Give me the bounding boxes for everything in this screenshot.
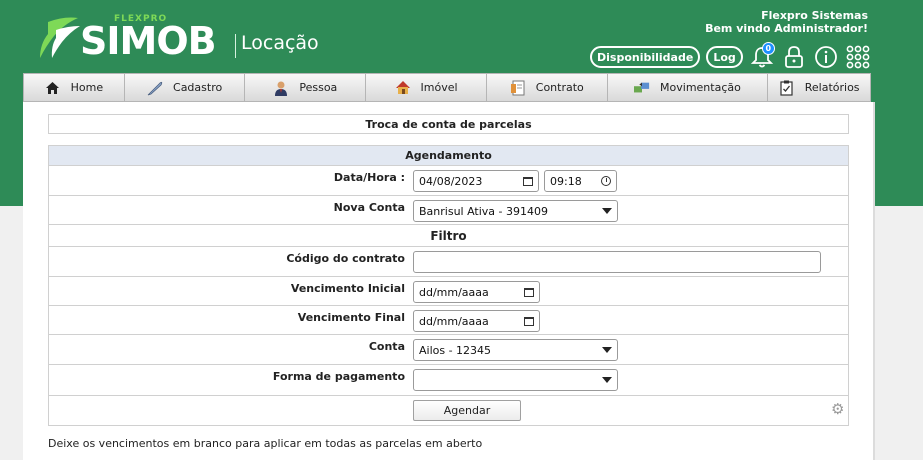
due-start-label: Vencimento Inicial (290, 282, 405, 295)
contract-code-input[interactable] (413, 251, 821, 273)
home-icon (45, 80, 61, 96)
nav-item-home[interactable]: Home (24, 74, 125, 101)
account-value: Ailos - 12345 (419, 343, 492, 357)
date-value: 04/08/2023 (419, 174, 483, 188)
nav-label: Imóvel (420, 81, 458, 94)
time-value: 09:18 (550, 174, 582, 188)
calendar-icon[interactable] (524, 316, 534, 326)
notification-button[interactable]: 0 (749, 42, 775, 70)
notification-badge: 0 (761, 42, 775, 55)
brand-module: Locação (241, 32, 319, 54)
info-button[interactable] (813, 44, 839, 70)
new-account-select[interactable]: Banrisul Ativa - 391409 (413, 200, 618, 222)
section-header-schedule: Agendamento (49, 146, 848, 166)
row-due-end: Vencimento Final dd/mm/aaaa (49, 306, 848, 335)
row-datetime: Data/Hora : 04/08/2023 09:18 (49, 166, 848, 196)
due-end-label: Vencimento Final (297, 311, 405, 324)
nav-label: Cadastro (173, 81, 223, 94)
account-label: Conta (368, 340, 405, 353)
logo-mark-icon (40, 17, 80, 58)
lock-icon (784, 46, 803, 68)
nav-item-imovel[interactable]: Imóvel (366, 74, 487, 101)
new-account-label: Nova Conta (333, 201, 405, 214)
nav-label: Pessoa (299, 81, 338, 94)
content-panel: Troca de conta de parcelas Agendamento D… (23, 102, 875, 460)
transfer-icon (634, 80, 650, 96)
account-select[interactable]: Ailos - 12345 (413, 339, 618, 361)
house-icon (395, 80, 411, 96)
due-start-input[interactable]: dd/mm/aaaa (413, 281, 540, 303)
top-actions: Disponibilidade Log 0 (590, 42, 871, 70)
new-account-value: Banrisul Ativa - 391409 (419, 204, 548, 218)
person-icon (273, 80, 289, 96)
clock-icon[interactable] (601, 176, 611, 186)
calendar-icon[interactable] (524, 287, 534, 297)
chevron-down-icon (602, 377, 612, 383)
due-end-placeholder: dd/mm/aaaa (419, 314, 489, 328)
row-contract-code: Código do contrato (49, 247, 848, 277)
nav-label: Relatórios (804, 81, 860, 94)
date-input[interactable]: 04/08/2023 (413, 170, 539, 192)
info-icon (814, 46, 837, 68)
row-actions: Agendar ⚙ (49, 396, 848, 425)
payment-select[interactable] (413, 369, 618, 391)
availability-button[interactable]: Disponibilidade (590, 46, 701, 68)
log-button[interactable]: Log (706, 46, 743, 68)
due-end-input[interactable]: dd/mm/aaaa (413, 310, 540, 332)
nav-item-contrato[interactable]: Contrato (487, 74, 608, 101)
row-due-start: Vencimento Inicial dd/mm/aaaa (49, 277, 848, 306)
schedule-form: Agendamento Data/Hora : 04/08/2023 09:18… (48, 145, 849, 426)
nav-label: Contrato (535, 81, 584, 94)
payment-label: Forma de pagamento (272, 370, 405, 383)
row-new-account: Nova Conta Banrisul Ativa - 391409 (49, 196, 848, 225)
nav-item-cadastro[interactable]: Cadastro (125, 74, 246, 101)
nav-item-pessoa[interactable]: Pessoa (245, 74, 367, 101)
nav-label: Home (70, 81, 104, 94)
welcome-block: Flexpro Sistemas Bem vindo Administrador… (705, 9, 868, 35)
datetime-label: Data/Hora : (333, 171, 405, 184)
company-name: Flexpro Sistemas (761, 9, 868, 22)
nav-label: Movimentação (660, 81, 741, 94)
help-note: Deixe os vencimentos em branco para apli… (48, 437, 483, 450)
time-input[interactable]: 09:18 (544, 170, 617, 192)
apps-grid-icon (846, 45, 870, 69)
document-icon (510, 80, 526, 96)
feather-icon (147, 80, 163, 96)
row-account: Conta Ailos - 12345 (49, 335, 848, 365)
welcome-message: Bem vindo Administrador! (705, 22, 868, 35)
calendar-icon[interactable] (523, 176, 533, 186)
section-header-filter: Filtro (49, 225, 848, 247)
contract-code-label: Código do contrato (286, 252, 405, 265)
brand-divider (235, 34, 236, 58)
chevron-down-icon (602, 208, 612, 214)
gear-icon[interactable]: ⚙ (831, 400, 844, 418)
nav-item-movimentacao[interactable]: Movimentação (608, 74, 769, 101)
chevron-down-icon (602, 347, 612, 353)
schedule-button[interactable]: Agendar (413, 400, 521, 421)
nav-item-relatorios[interactable]: Relatórios (768, 74, 870, 101)
row-payment: Forma de pagamento (49, 365, 848, 396)
page-title: Troca de conta de parcelas (48, 114, 849, 134)
main-nav: Home Cadastro Pessoa Imóvel Contrato Mov… (23, 73, 871, 102)
clipboard-icon (779, 80, 795, 96)
lock-button[interactable] (781, 44, 807, 70)
due-start-placeholder: dd/mm/aaaa (419, 285, 489, 299)
brand-logo[interactable]: FLEXPRO SIMOB Locação (34, 14, 334, 64)
apps-button[interactable] (845, 44, 871, 70)
brand-name: SIMOB (80, 19, 217, 63)
